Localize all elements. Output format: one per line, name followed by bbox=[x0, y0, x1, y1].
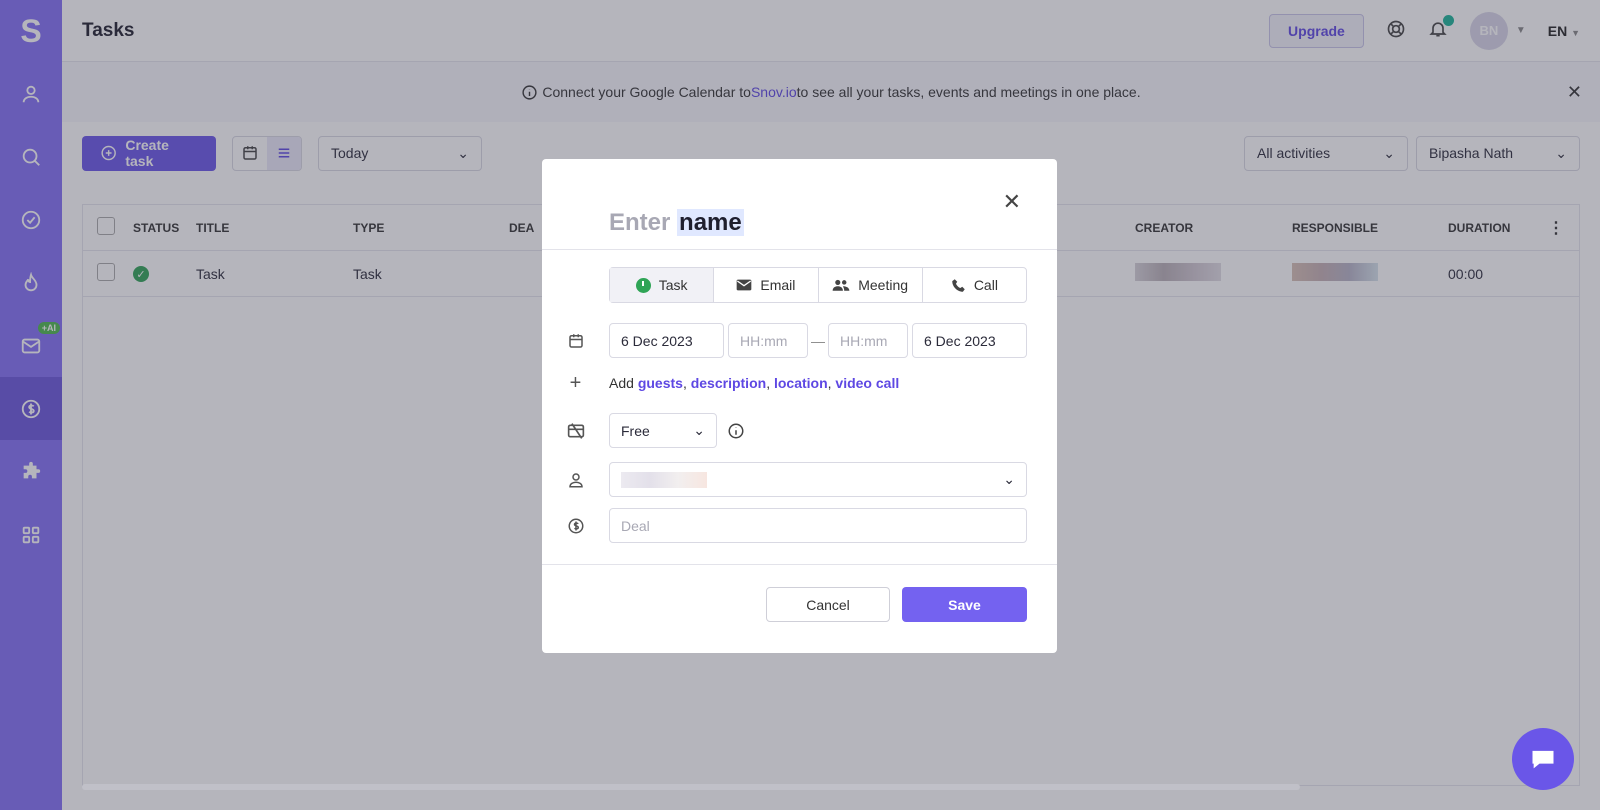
divider bbox=[542, 564, 1057, 565]
availability-value: Free bbox=[621, 422, 650, 439]
calendar-icon bbox=[542, 332, 609, 350]
tab-task-label: Task bbox=[658, 277, 688, 293]
add-guests-link[interactable]: guests bbox=[638, 375, 683, 391]
tab-email[interactable]: Email bbox=[714, 268, 819, 302]
responsible-redacted bbox=[621, 471, 707, 488]
tab-call-label: Call bbox=[973, 277, 998, 293]
horizontal-scrollbar[interactable] bbox=[82, 784, 1300, 790]
responsible-row: ⌄ bbox=[542, 462, 1057, 497]
deal-input[interactable]: Deal bbox=[609, 508, 1027, 543]
phone-icon bbox=[952, 278, 965, 292]
start-date-input[interactable]: 6 Dec 2023 bbox=[609, 323, 724, 358]
end-date-input[interactable]: 6 Dec 2023 bbox=[912, 323, 1027, 358]
dollar-icon bbox=[542, 517, 609, 535]
availability-row: Free ⌄ bbox=[542, 413, 1057, 448]
name-placeholder-part-2: name bbox=[677, 209, 744, 236]
responsible-select[interactable]: ⌄ bbox=[609, 462, 1027, 497]
add-details-links: Add guests, description, location, video… bbox=[609, 375, 900, 391]
divider bbox=[542, 249, 1057, 250]
busy-status-icon bbox=[542, 422, 609, 440]
cancel-button[interactable]: Cancel bbox=[766, 587, 890, 622]
add-location-link[interactable]: location bbox=[774, 375, 828, 391]
task-name-input[interactable]: Enter name bbox=[609, 209, 744, 237]
chat-icon bbox=[1532, 750, 1554, 769]
chevron-down-icon: ⌄ bbox=[1003, 471, 1015, 487]
plus-icon: + bbox=[569, 371, 582, 394]
end-time-input[interactable]: HH:mm bbox=[828, 323, 908, 358]
add-prefix: Add bbox=[609, 375, 634, 391]
name-placeholder-part-1: Enter bbox=[609, 209, 671, 236]
people-icon bbox=[832, 279, 850, 291]
tab-meeting[interactable]: Meeting bbox=[819, 268, 923, 302]
tab-meeting-label: Meeting bbox=[858, 277, 909, 293]
chat-support-button[interactable] bbox=[1512, 728, 1574, 790]
close-icon[interactable]: ✕ bbox=[1003, 189, 1021, 215]
availability-select[interactable]: Free ⌄ bbox=[609, 413, 717, 448]
info-icon[interactable] bbox=[727, 422, 745, 440]
add-description-link[interactable]: description bbox=[691, 375, 766, 391]
add-video-call-link[interactable]: video call bbox=[835, 375, 899, 391]
envelope-icon bbox=[737, 279, 752, 291]
save-button[interactable]: Save bbox=[902, 587, 1027, 622]
start-time-input[interactable]: HH:mm bbox=[728, 323, 808, 358]
date-time-row: 6 Dec 2023 HH:mm — HH:mm 6 Dec 2023 bbox=[542, 323, 1057, 358]
chevron-down-icon: ⌄ bbox=[693, 422, 705, 438]
clock-icon bbox=[635, 277, 651, 293]
add-details-row: + Add guests, description, location, vid… bbox=[542, 371, 1057, 394]
tab-task[interactable]: Task bbox=[610, 268, 715, 302]
tab-call[interactable]: Call bbox=[923, 268, 1026, 302]
activity-type-tabs: Task Email Meeting Call bbox=[609, 267, 1027, 303]
tab-email-label: Email bbox=[760, 277, 796, 293]
range-dash: — bbox=[811, 332, 825, 349]
create-task-modal: ✕ Enter name Task Email Meeting Call 6 D… bbox=[542, 159, 1057, 653]
person-icon bbox=[542, 471, 609, 489]
deal-row: Deal bbox=[542, 508, 1057, 543]
